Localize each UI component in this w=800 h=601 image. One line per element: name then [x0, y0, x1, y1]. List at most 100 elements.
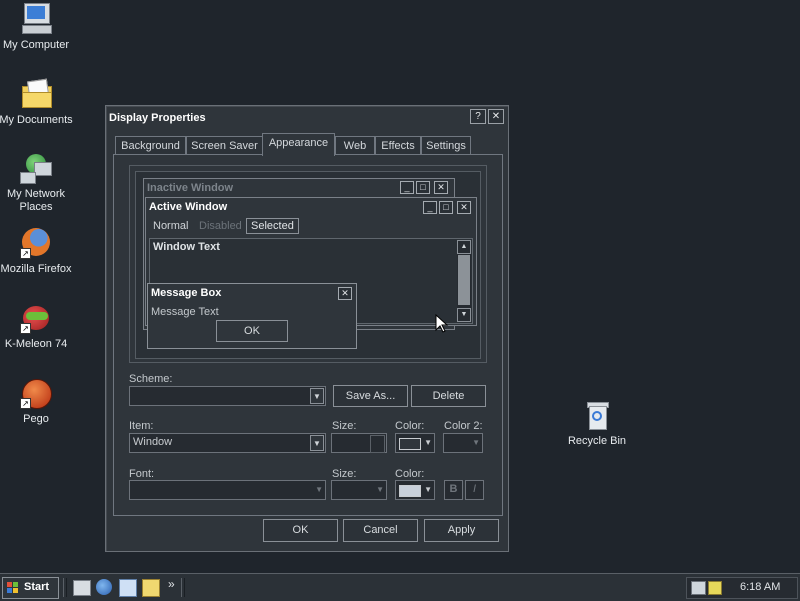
- preview-message-box: Message Box ✕ Message Text OK: [147, 283, 357, 349]
- taskbar-separator: [63, 578, 67, 597]
- item-color2-label: Color 2:: [444, 420, 483, 432]
- quicklaunch-more-icon[interactable]: »: [168, 577, 175, 591]
- close-icon: ✕: [338, 287, 352, 300]
- tab-background[interactable]: Background: [115, 136, 186, 155]
- save-as-button[interactable]: Save As...: [333, 385, 408, 407]
- shortcut-arrow-icon: ↗: [20, 248, 31, 259]
- desktop-icon-pego[interactable]: ↗ Pego: [0, 377, 76, 426]
- tab-appearance[interactable]: Appearance: [262, 133, 335, 156]
- preview-menu-selected: Selected: [246, 218, 299, 234]
- dialog-title: Display Properties: [109, 112, 206, 124]
- tab-settings[interactable]: Settings: [421, 136, 471, 155]
- recycle-bin-icon: [581, 399, 613, 431]
- media-quicklaunch-icon[interactable]: [142, 579, 160, 597]
- mail-quicklaunch-icon[interactable]: [119, 579, 137, 597]
- item-color2-picker: ▼: [443, 433, 483, 453]
- taskbar-separator: [181, 578, 185, 597]
- close-icon: ✕: [434, 181, 448, 194]
- font-size-dropdown: ▼: [331, 480, 387, 500]
- preview-msgbox-ok: OK: [216, 320, 288, 342]
- item-size-stepper: [331, 433, 387, 453]
- desktop-icon-my-computer[interactable]: My Computer: [0, 3, 76, 52]
- network-tray-icon[interactable]: [691, 581, 706, 595]
- preview-menu-disabled: Disabled: [199, 220, 242, 232]
- item-label: Item:: [129, 420, 154, 432]
- desktop-icon-k-meleon[interactable]: ↗ K-Meleon 74: [0, 302, 76, 351]
- windows-logo-icon: [7, 582, 19, 594]
- desktop-icon-label: Pego: [23, 413, 49, 425]
- shortcut-arrow-icon: ↗: [20, 323, 31, 334]
- tab-effects[interactable]: Effects: [375, 136, 421, 155]
- close-icon: ✕: [457, 201, 471, 214]
- desktop-icon-label: K-Meleon 74: [4, 338, 68, 350]
- desktop-icon-my-documents[interactable]: My Documents: [0, 78, 76, 127]
- browser-quicklaunch-icon[interactable]: [96, 579, 112, 595]
- chevron-down-icon: ▼: [424, 485, 432, 494]
- spinner-icon: [370, 435, 385, 453]
- shortcut-arrow-icon: ↗: [20, 398, 31, 409]
- item-dropdown[interactable]: Window ▼: [129, 433, 326, 453]
- font-color-label: Color:: [395, 468, 425, 480]
- network-icon: [20, 152, 52, 184]
- apply-button[interactable]: Apply: [424, 519, 499, 542]
- font-dropdown: ▼: [129, 480, 326, 500]
- desktop-icon-recycle-bin[interactable]: Recycle Bin: [557, 399, 637, 448]
- chevron-down-icon: ▼: [310, 435, 324, 451]
- desktop-icon-label: Recycle Bin: [567, 435, 627, 447]
- desktop-icon-label-line2: Places: [19, 201, 53, 213]
- preview-active-title: Active Window: [149, 201, 228, 213]
- minimize-icon: _: [400, 181, 414, 194]
- delete-button[interactable]: Delete: [411, 385, 486, 407]
- desktop-icon-label: My Computer: [2, 39, 70, 51]
- show-desktop-icon[interactable]: [73, 580, 91, 596]
- start-button[interactable]: Start: [2, 577, 59, 599]
- italic-toggle: I: [465, 480, 484, 500]
- scheme-dropdown[interactable]: ▼: [129, 386, 326, 406]
- preview-scrollbar: ▲ ▼: [457, 240, 471, 322]
- appearance-panel: Inactive Window _ □ ✕ Active Window _ □ …: [113, 154, 503, 516]
- tab-web[interactable]: Web: [335, 136, 375, 155]
- desktop-icon-label: My Documents: [0, 114, 73, 126]
- volume-tray-icon[interactable]: [708, 581, 722, 595]
- appearance-preview: Inactive Window _ □ ✕ Active Window _ □ …: [135, 171, 481, 359]
- close-button[interactable]: ✕: [488, 109, 504, 124]
- cancel-button[interactable]: Cancel: [343, 519, 418, 542]
- desktop-icon-my-network-places[interactable]: My Network Places: [0, 152, 76, 214]
- help-icon: ?: [475, 111, 481, 122]
- item-size-label: Size:: [332, 420, 357, 432]
- taskbar: Start » 6:18 AM: [0, 573, 800, 601]
- tab-screen-saver[interactable]: Screen Saver: [186, 136, 263, 155]
- ok-button[interactable]: OK: [263, 519, 338, 542]
- preview-msgbox-text: Message Text: [151, 306, 219, 318]
- item-color-picker[interactable]: ▼: [395, 433, 435, 453]
- help-button[interactable]: ?: [470, 109, 486, 124]
- chevron-down-icon: ▼: [315, 485, 323, 494]
- kmeleon-icon: ↗: [20, 302, 52, 334]
- preview-menu-normal: Normal: [153, 220, 189, 232]
- scheme-label: Scheme:: [129, 373, 173, 385]
- pego-icon: ↗: [20, 377, 52, 409]
- font-color-swatch: [399, 485, 421, 497]
- item-color-swatch: [399, 438, 421, 450]
- bold-toggle: B: [444, 480, 463, 500]
- chevron-down-icon: ▼: [376, 485, 384, 494]
- font-size-label: Size:: [332, 468, 357, 480]
- clock[interactable]: 6:18 AM: [740, 581, 780, 593]
- folder-icon: [20, 78, 52, 110]
- item-color-label: Color:: [395, 420, 425, 432]
- preview-msgbox-title: Message Box: [151, 287, 222, 299]
- scroll-up-icon: ▲: [457, 240, 471, 254]
- minimize-icon: _: [423, 201, 437, 214]
- start-label: Start: [24, 581, 50, 593]
- maximize-icon: □: [416, 181, 430, 194]
- item-value: Window: [133, 436, 173, 448]
- maximize-icon: □: [439, 201, 453, 214]
- font-color-picker[interactable]: ▼: [395, 480, 435, 500]
- scroll-down-icon: ▼: [457, 308, 471, 322]
- preview-inactive-title: Inactive Window: [147, 182, 234, 194]
- desktop-icon-mozilla-firefox[interactable]: ↗ Mozilla Firefox: [0, 227, 76, 276]
- close-icon: ✕: [491, 111, 501, 122]
- firefox-icon: ↗: [20, 227, 52, 259]
- chevron-down-icon: ▼: [424, 438, 432, 447]
- system-tray: 6:18 AM: [686, 577, 798, 599]
